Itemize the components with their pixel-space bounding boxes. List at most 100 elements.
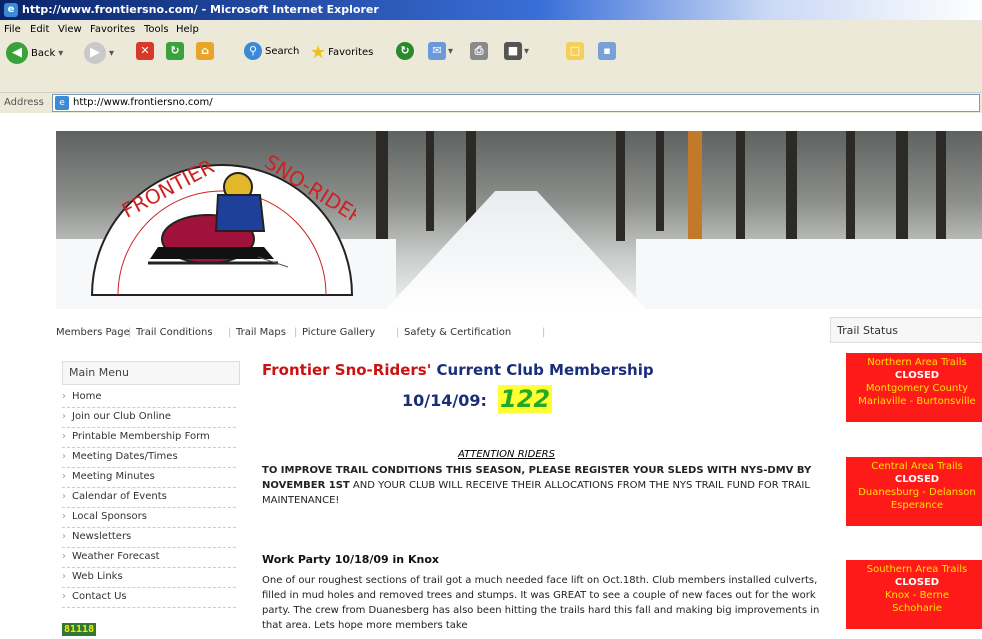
page-viewport: FRONTIER SNO-RIDERS Members Page | Trail…	[0, 113, 982, 639]
menu-item-contact[interactable]: › Contact Us	[62, 587, 236, 608]
menu-item-label: Meeting Dates/Times	[72, 451, 178, 462]
forward-button[interactable]: ▶ ▾	[84, 42, 114, 64]
nav-separator: |	[542, 327, 546, 338]
favorites-button[interactable]: ★ Favorites	[310, 42, 373, 63]
nav-separator: |	[294, 327, 298, 338]
menu-item-newsletters[interactable]: › Newsletters	[62, 527, 236, 548]
menu-item-calendar[interactable]: › Calendar of Events	[62, 487, 236, 508]
toolbar: ◀ Back ▾ ▶ ▾ ✕ ↻ ⌂ ⚲ Search ★ Favorites …	[0, 40, 982, 92]
menu-item-label: Join our Club Online	[72, 411, 171, 422]
nav-separator: |	[396, 327, 400, 338]
nav-members-page[interactable]: Members Page	[56, 327, 130, 338]
work-party-text: One of our roughest sections of trail go…	[262, 575, 820, 631]
discuss-button[interactable]: □	[566, 42, 584, 60]
menu-item-label: Local Sponsors	[72, 511, 147, 522]
history-icon: ↻	[396, 42, 414, 60]
menu-favorites[interactable]: Favorites	[90, 24, 135, 35]
menu-item-sponsors[interactable]: › Local Sponsors	[62, 507, 236, 528]
heading-rest: Current Club Membership	[431, 361, 654, 379]
membership-heading: Frontier Sno-Riders' Current Club Member…	[262, 361, 654, 379]
trail-status: CLOSED	[894, 370, 940, 381]
menu-edit[interactable]: Edit	[30, 24, 49, 35]
menu-item-label: Web Links	[72, 571, 123, 582]
menu-item-weather[interactable]: › Weather Forecast	[62, 547, 236, 568]
favorites-label: Favorites	[328, 47, 374, 58]
window-titlebar: e http://www.frontiersno.com/ - Microsof…	[0, 0, 982, 20]
address-input[interactable]: e http://www.frontiersno.com/	[52, 94, 980, 112]
ie-icon: e	[4, 3, 18, 17]
main-menu-header: Main Menu	[62, 361, 240, 385]
menu-file[interactable]: File	[4, 24, 21, 35]
mail-button[interactable]: ✉ ▾	[428, 42, 453, 60]
menu-item-label: Newsletters	[72, 531, 132, 542]
menu-item-web-links[interactable]: › Web Links	[62, 567, 236, 588]
address-url: http://www.frontiersno.com/	[73, 97, 213, 108]
attention-text: TO IMPROVE TRAIL CONDITIONS THIS SEASON,…	[262, 463, 822, 508]
nav-trail-conditions[interactable]: Trail Conditions	[136, 327, 213, 338]
refresh-icon: ↻	[166, 42, 184, 60]
trail-area: Southern Area Trails	[866, 564, 968, 575]
search-button[interactable]: ⚲ Search	[244, 42, 299, 60]
trail-status-title: Trail Status	[837, 324, 899, 337]
messenger-button[interactable]: ▪	[598, 42, 616, 60]
stop-icon: ✕	[136, 42, 154, 60]
mail-icon: ✉	[428, 42, 446, 60]
menu-item-join[interactable]: › Join our Club Online	[62, 407, 236, 428]
hit-counter: 81118	[62, 623, 97, 636]
back-dropdown-icon: ▾	[58, 47, 64, 59]
menu-item-label: Weather Forecast	[72, 551, 160, 562]
edit-dropdown-icon: ▾	[524, 45, 530, 57]
menu-item-label: Contact Us	[72, 591, 127, 602]
forward-dropdown-icon: ▾	[109, 47, 115, 59]
nav-separator: |	[128, 327, 132, 338]
home-icon: ⌂	[196, 42, 214, 60]
back-button[interactable]: ◀ Back ▾	[6, 42, 63, 64]
nav-safety-certification[interactable]: Safety & Certification	[404, 327, 511, 338]
menu-item-meeting-dates[interactable]: › Meeting Dates/Times	[62, 447, 236, 468]
trail-location: Knox - Berne	[884, 590, 950, 601]
back-arrow-icon: ◀	[6, 42, 28, 64]
address-bar: Address e http://www.frontiersno.com/	[0, 92, 982, 113]
nav-trail-maps[interactable]: Trail Maps	[236, 327, 286, 338]
menu-help[interactable]: Help	[176, 24, 199, 35]
nav-separator: |	[228, 327, 232, 338]
menu-item-label: Calendar of Events	[72, 491, 167, 502]
main-menu-title: Main Menu	[69, 366, 129, 379]
menu-item-membership-form[interactable]: › Printable Membership Form	[62, 427, 236, 448]
menu-item-meeting-minutes[interactable]: › Meeting Minutes	[62, 467, 236, 488]
trail-location: Duanesburg - Delanson	[858, 487, 976, 498]
trail-location: Mariaville - Burtonsville	[858, 396, 976, 407]
home-button[interactable]: ⌂	[196, 42, 214, 60]
trail-location: Schoharie	[892, 603, 942, 614]
membership-date: 10/14/09:	[402, 391, 487, 410]
menu-view[interactable]: View	[58, 24, 82, 35]
search-icon: ⚲	[244, 42, 262, 60]
nav-picture-gallery[interactable]: Picture Gallery	[302, 327, 375, 338]
edit-button[interactable]: ■ ▾	[504, 42, 529, 60]
work-party-title: Work Party 10/18/09 in Knox	[262, 553, 439, 566]
print-button[interactable]: ⎙	[470, 42, 488, 60]
menu-item-home[interactable]: › Home	[62, 387, 236, 408]
search-label: Search	[265, 45, 300, 57]
menu-item-label: Home	[72, 391, 102, 402]
heading-club-name: Frontier Sno-Riders'	[262, 361, 432, 379]
discuss-icon: □	[566, 42, 584, 60]
stop-button[interactable]: ✕	[136, 42, 154, 60]
club-logo: FRONTIER SNO-RIDERS	[90, 150, 356, 296]
favorites-star-icon: ★	[310, 42, 327, 63]
trail-location: Esperance	[890, 500, 944, 511]
page-icon: e	[55, 96, 69, 110]
trail-location: Montgomery County	[865, 383, 969, 394]
refresh-button[interactable]: ↻	[166, 42, 184, 60]
menu-tools[interactable]: Tools	[144, 24, 169, 35]
back-label: Back	[31, 47, 56, 59]
site-banner: FRONTIER SNO-RIDERS	[56, 131, 982, 309]
trail-status-header: Trail Status	[830, 317, 982, 343]
trail-box-central: Central Area Trails CLOSED Duanesburg - …	[846, 457, 982, 526]
history-button[interactable]: ↻	[396, 42, 414, 60]
attention-heading: ATTENTION RIDERS	[458, 449, 555, 460]
messenger-icon: ▪	[598, 42, 616, 60]
trail-box-southern: Southern Area Trails CLOSED Knox - Berne…	[846, 560, 982, 629]
trail-area: Central Area Trails	[871, 461, 963, 472]
menu-bar: File Edit View Favorites Tools Help	[0, 20, 982, 41]
